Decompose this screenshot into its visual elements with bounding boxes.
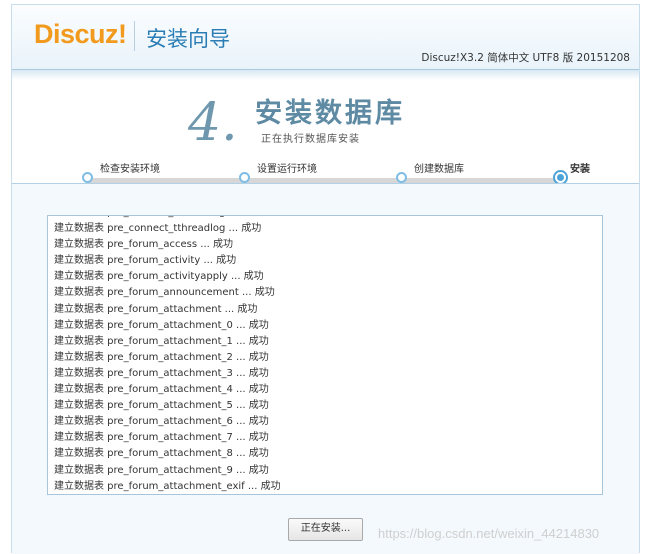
discuz-logo: Discuz! bbox=[34, 19, 127, 50]
log-line: 建立数据表 pre_forum_attachment_7 ... 成功 bbox=[54, 432, 269, 444]
log-line: 建立数据表 pre_forum_announcement ... 成功 bbox=[54, 287, 275, 299]
log-line: 建立数据表 pre_forum_attachment_8 ... 成功 bbox=[54, 448, 269, 460]
step-subtitle: 正在执行数据库安装 bbox=[261, 134, 360, 145]
log-line: 建立数据表 pre_forum_attachment_3 ... 成功 bbox=[54, 367, 269, 379]
step-node-check-env bbox=[82, 172, 93, 183]
header-shadow bbox=[12, 70, 639, 80]
logo-text: Discuz bbox=[34, 19, 119, 49]
header: Discuz! 安装向导 Discuz!X3.2 简体中文 UTF8 版 201… bbox=[12, 5, 639, 70]
log-line: 建立数据表 pre_forum_activityapply ... 成功 bbox=[54, 271, 264, 283]
header-divider bbox=[134, 21, 135, 51]
step-title: 安装数据库 bbox=[255, 98, 405, 129]
installing-button[interactable]: 正在安装... bbox=[288, 518, 363, 541]
log-line: 建立数据表 pre_connect_tthreadlog ... 成功 bbox=[54, 223, 262, 235]
step-node-set-env bbox=[239, 172, 250, 183]
install-log[interactable]: 建立数据表 pre_connect_tthreadlog ... 成功 建立数据表… bbox=[47, 215, 603, 495]
install-log-lines: 建立数据表 pre_connect_tthreadlog ... 成功 建立数据表… bbox=[54, 216, 281, 494]
step-label-check-env: 检查安装环境 bbox=[100, 164, 160, 175]
log-line: 建立数据表 pre_forum_attachment_exif ... 成功 bbox=[54, 480, 281, 492]
log-line: 建立数据表 pre_forum_access ... 成功 bbox=[54, 239, 233, 251]
wizard-title: 安装向导 bbox=[146, 27, 230, 51]
log-line: 建立数据表 pre_forum_attachment_6 ... 成功 bbox=[54, 416, 269, 428]
log-line: 建立数据表 pre_forum_attachment_9 ... 成功 bbox=[54, 464, 269, 476]
log-line: 建立数据表 pre_forum_attachment ... 成功 bbox=[54, 303, 258, 315]
content-area: 建立数据表 pre_connect_tthreadlog ... 成功 建立数据表… bbox=[12, 183, 639, 554]
step-number: 4. bbox=[188, 93, 238, 153]
step-label-set-env: 设置运行环境 bbox=[257, 164, 317, 175]
version-text: Discuz!X3.2 简体中文 UTF8 版 20151208 bbox=[421, 52, 630, 64]
watermark-text: https://blog.csdn.net/weixin_44214830 bbox=[378, 526, 600, 541]
log-line: 建立数据表 pre_forum_attachment_2 ... 成功 bbox=[54, 351, 269, 363]
log-line: 建立数据表 pre_forum_attachment_5 ... 成功 bbox=[54, 400, 269, 412]
log-line: 建立数据表 pre_forum_activity ... 成功 bbox=[54, 255, 237, 267]
step-node-create-db bbox=[396, 172, 407, 183]
logo-bang: ! bbox=[118, 19, 127, 49]
log-line: 建立数据表 pre_forum_attachment_0 ... 成功 bbox=[54, 319, 269, 331]
installer-window: Discuz! 安装向导 Discuz!X3.2 简体中文 UTF8 版 201… bbox=[11, 4, 640, 554]
log-line: 建立数据表 pre_forum_attachment_4 ... 成功 bbox=[54, 384, 269, 396]
step-label-create-db: 创建数据库 bbox=[414, 164, 464, 175]
log-line: 建立数据表 pre_forum_attachment_1 ... 成功 bbox=[54, 335, 269, 347]
step-label-install: 安装 bbox=[570, 164, 590, 175]
